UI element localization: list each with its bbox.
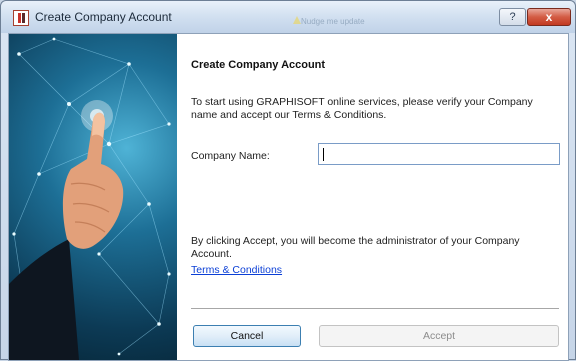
- close-button[interactable]: x: [527, 8, 571, 26]
- dialog-client-area: Create Company Account To start using GR…: [8, 33, 569, 361]
- dialog-content: Create Company Account To start using GR…: [177, 34, 568, 360]
- hero-image-pointing-hand: [9, 34, 177, 360]
- dialog-heading: Create Company Account: [191, 59, 326, 71]
- background-window-text: Nudge me update: [301, 17, 365, 26]
- text-caret: [323, 148, 324, 161]
- network-hand-illustration: [9, 37, 171, 360]
- intro-text: To start using GRAPHISOFT online service…: [191, 96, 533, 121]
- company-name-input[interactable]: [318, 143, 560, 165]
- accept-button[interactable]: Accept: [319, 325, 559, 347]
- window-title: Create Company Account: [35, 10, 172, 24]
- dialog-window: Create Company Account Nudge me update ?…: [0, 0, 576, 361]
- cancel-button[interactable]: Cancel: [193, 325, 301, 347]
- graphisoft-app-icon: [13, 10, 29, 26]
- divider: [191, 308, 559, 309]
- administrator-disclaimer: By clicking Accept, you will become the …: [191, 235, 520, 260]
- company-name-label: Company Name:: [191, 150, 270, 162]
- terms-and-conditions-link[interactable]: Terms & Conditions: [191, 264, 282, 276]
- help-button[interactable]: ?: [499, 8, 526, 26]
- warning-icon: [293, 16, 301, 24]
- title-bar[interactable]: Create Company Account Nudge me update ?…: [1, 1, 575, 33]
